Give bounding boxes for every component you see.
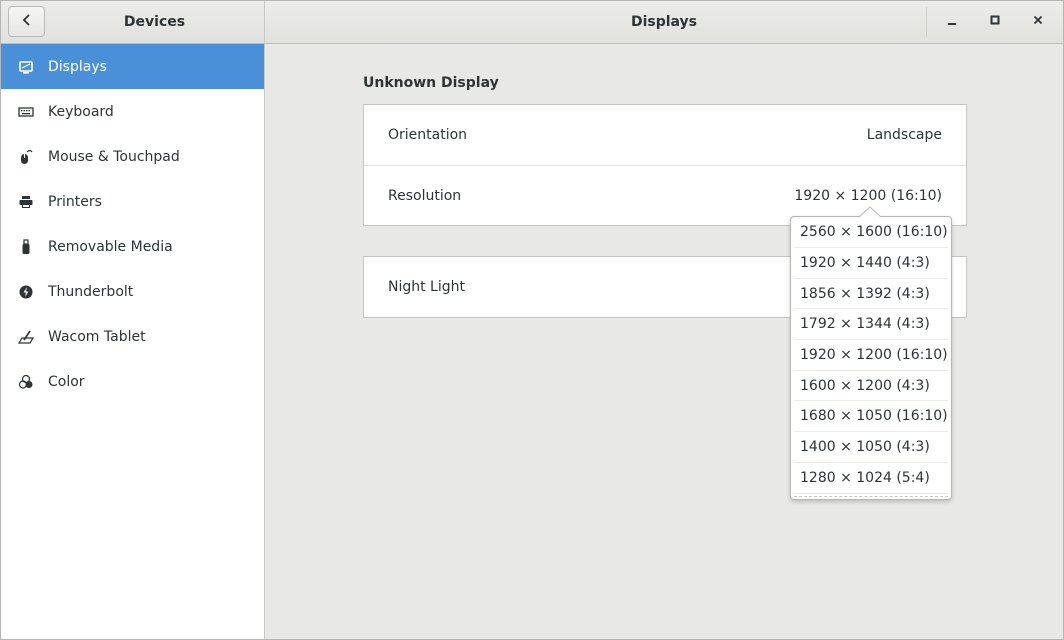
sidebar-item-color[interactable]: Color [1, 359, 264, 404]
sidebar-item-thunderbolt[interactable]: Thunderbolt [1, 269, 264, 314]
keyboard-icon [18, 104, 34, 120]
header-bar: Devices Displays [1, 1, 1063, 44]
resolution-option[interactable]: 2560 × 1600 (16:10) [794, 217, 948, 248]
sidebar-item-keyboard[interactable]: Keyboard [1, 89, 264, 134]
close-icon [1032, 14, 1044, 30]
section-title: Unknown Display [363, 75, 499, 91]
minimize-button[interactable] [938, 8, 966, 36]
sidebar-item-label: Keyboard [48, 103, 114, 120]
sidebar-item-removable-media[interactable]: Removable Media [1, 224, 264, 269]
maximize-button[interactable] [981, 8, 1009, 36]
resolution-value: 1920 × 1200 (16:10) [794, 187, 942, 204]
resolution-option[interactable]: 1400 × 1050 (4:3) [794, 432, 948, 463]
night-light-label: Night Light [388, 279, 465, 295]
popover-arrow [858, 206, 882, 218]
resolution-option[interactable]: 1792 × 1344 (4:3) [794, 309, 948, 341]
resolution-option[interactable]: 1920 × 1200 (16:10) [794, 340, 948, 371]
sidebar: Displays Keyboard Mouse & Touchpad Print… [1, 44, 265, 639]
sidebar-item-label: Wacom Tablet [48, 328, 146, 345]
header-separator [926, 7, 927, 37]
printer-icon [18, 194, 34, 210]
orientation-row[interactable]: Orientation Landscape [364, 105, 966, 165]
minimize-icon [946, 14, 958, 30]
sidebar-item-displays[interactable]: Displays [1, 44, 264, 89]
sidebar-item-label: Printers [48, 193, 102, 210]
resolution-popover: 2560 × 1600 (16:10) 1920 × 1440 (4:3) 18… [790, 216, 952, 500]
thunderbolt-icon [18, 284, 34, 300]
resolution-option[interactable]: 1856 × 1392 (4:3) [794, 279, 948, 310]
scroll-edge-indicator [794, 496, 948, 497]
sidebar-item-label: Displays [48, 58, 107, 75]
mouse-icon [18, 149, 34, 165]
orientation-value: Landscape [866, 127, 942, 143]
sidebar-item-label: Thunderbolt [48, 283, 134, 300]
back-button[interactable] [8, 6, 45, 37]
settings-window: Devices Displays Displays Keyboard Mouse… [0, 0, 1064, 640]
header-left-title: Devices [123, 14, 186, 30]
color-icon [18, 374, 34, 390]
resolution-option[interactable]: 1280 × 1024 (5:4) [794, 463, 948, 494]
sidebar-item-label: Mouse & Touchpad [48, 148, 180, 165]
sidebar-item-mouse-touchpad[interactable]: Mouse & Touchpad [1, 134, 264, 179]
sidebar-item-printers[interactable]: Printers [1, 179, 264, 224]
sidebar-item-wacom-tablet[interactable]: Wacom Tablet [1, 314, 264, 359]
sidebar-item-label: Removable Media [48, 238, 173, 255]
resolution-option[interactable]: 1920 × 1440 (4:3) [794, 248, 948, 279]
maximize-icon [989, 14, 1001, 30]
sidebar-item-label: Color [48, 373, 85, 390]
header-left-pane: Devices [1, 1, 265, 43]
resolution-option[interactable]: 1680 × 1050 (16:10) [794, 401, 948, 433]
usb-icon [18, 238, 34, 255]
resolution-label: Resolution [388, 187, 462, 204]
close-button[interactable] [1024, 8, 1052, 36]
orientation-label: Orientation [388, 127, 468, 143]
chevron-left-icon [21, 13, 33, 31]
tablet-icon [18, 329, 34, 345]
resolution-option[interactable]: 1600 × 1200 (4:3) [794, 371, 948, 402]
display-icon [18, 59, 34, 75]
